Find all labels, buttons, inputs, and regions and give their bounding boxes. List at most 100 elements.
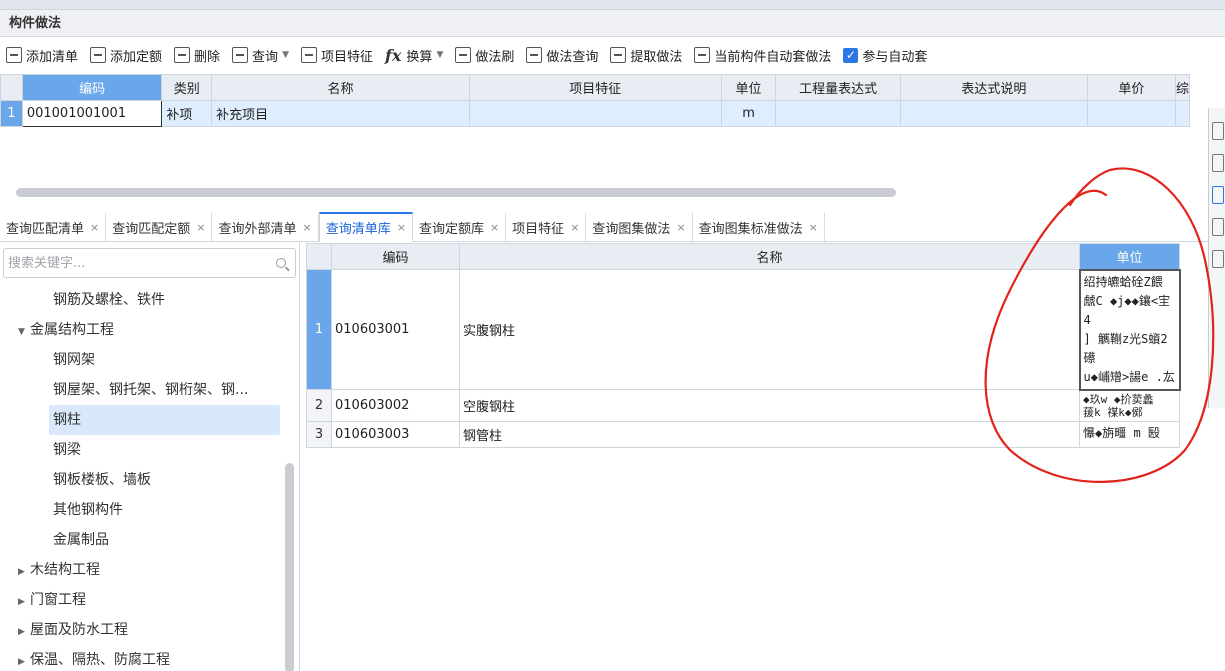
table-row[interactable]: 3 010603003 钢管柱 懪◆旃疅 m 殹 (306, 420, 1180, 448)
type-cell[interactable]: 补项 (161, 100, 213, 127)
tab-external-bill[interactable]: 查询外部清单 × (212, 213, 319, 241)
row-number[interactable]: 1 (0, 100, 23, 127)
add-quota-button[interactable]: 添加定额 (90, 42, 162, 68)
close-icon[interactable]: × (570, 221, 579, 234)
tree-item[interactable]: ▼ 金属结构工程 (0, 315, 285, 345)
table-row[interactable]: 2 010603002 空腹钢柱 ◆玖w ◆扴荬蠡 菝k 禖k◆鄇 (306, 389, 1180, 422)
horizontal-scrollbar[interactable] (16, 188, 896, 197)
name-cell[interactable]: 补充项目 (211, 100, 470, 127)
table-row[interactable]: 1 010603001 实腹钢柱 绍持皫蛤硂Z餵 虤C ◆j◆◆鑲<宔4 ] 觽… (306, 268, 1181, 391)
close-icon[interactable]: × (196, 221, 205, 234)
side-tool-icon[interactable] (1212, 218, 1224, 236)
close-icon[interactable]: × (90, 221, 99, 234)
side-tool-icon[interactable] (1212, 250, 1224, 268)
search-icon[interactable] (276, 258, 286, 268)
tree-item[interactable]: ▶ 屋面及防水工程 (0, 615, 285, 645)
search-input[interactable] (4, 249, 264, 277)
convert-button[interactable]: fx 换算 ▼ (385, 42, 443, 68)
expression-cell[interactable] (775, 100, 901, 127)
tree-item[interactable]: ▶ 木结构工程 (0, 555, 285, 585)
tree-item-selected[interactable]: 钢柱 (49, 405, 280, 435)
tree-item[interactable]: 钢筋及螺栓、铁件 (0, 285, 285, 315)
tab-item-feature[interactable]: 项目特征 × (506, 213, 587, 241)
column-header-expression[interactable]: 工程量表达式 (775, 74, 901, 101)
search-box (3, 248, 296, 278)
price-cell[interactable] (1086, 100, 1176, 127)
code-cell[interactable]: 001001001001 (21, 100, 163, 127)
tree-item[interactable]: ▶ 门窗工程 (0, 585, 285, 615)
delete-button[interactable]: 删除 (174, 42, 220, 68)
name-cell[interactable]: 钢管柱 (459, 420, 1080, 448)
add-quota-icon (90, 47, 107, 63)
tree-item[interactable]: 钢屋架、钢托架、钢桁架、钢... (0, 375, 285, 405)
column-header-code[interactable]: 编码 (21, 74, 163, 101)
tree-item[interactable]: 钢梁 (0, 435, 285, 465)
close-icon[interactable]: × (302, 221, 311, 234)
close-icon[interactable]: × (809, 221, 818, 234)
category-tree: 钢筋及螺栓、铁件 ▼ 金属结构工程 钢网架 钢屋架、钢托架、钢桁架、钢... 钢柱… (0, 285, 285, 671)
side-tool-icon[interactable] (1212, 154, 1224, 172)
unit-cell[interactable]: 懪◆旃疅 m 殹 (1079, 420, 1180, 448)
column-header-expression-desc[interactable]: 表达式说明 (899, 74, 1088, 101)
brush-icon (455, 47, 472, 63)
row-number[interactable]: 2 (306, 389, 332, 422)
side-tool-icon[interactable] (1212, 122, 1224, 140)
tree-item[interactable]: ▶ 保温、隔热、防腐工程 (0, 645, 285, 671)
tab-match-quota[interactable]: 查询匹配定额 × (106, 213, 213, 241)
method-query-button[interactable]: 做法查询 (526, 42, 598, 68)
query-icon (232, 47, 249, 63)
code-cell[interactable]: 010603003 (331, 420, 460, 448)
add-bill-button[interactable]: 添加清单 (6, 42, 78, 68)
table-row[interactable]: 1 001001001001 补项 补充项目 m (0, 100, 1191, 127)
side-tool-icon[interactable] (1212, 186, 1224, 204)
column-header-name[interactable]: 名称 (459, 243, 1080, 270)
bill-library-grid: 编码 名称 单位 1 010603001 实腹钢柱 绍持皫蛤硂Z餵 虤C ◆j◆… (306, 243, 1181, 448)
tab-match-bill[interactable]: 查询匹配清单 × (0, 213, 107, 241)
column-header-type[interactable]: 类别 (161, 74, 213, 101)
extract-icon (610, 47, 627, 63)
collapsed-triangle-icon[interactable]: ▶ (18, 647, 30, 671)
unit-cell[interactable]: m (720, 100, 777, 127)
row-number[interactable]: 1 (306, 269, 332, 390)
tree-item[interactable]: 钢网架 (0, 345, 285, 375)
collapsed-triangle-icon[interactable]: ▶ (18, 617, 30, 645)
tab-atlas-method[interactable]: 查询图集做法 × (586, 213, 693, 241)
feature-cell[interactable] (468, 100, 722, 127)
column-header-name[interactable]: 名称 (211, 74, 470, 101)
tab-quota-library[interactable]: 查询定额库 × (413, 213, 507, 241)
column-header-unit[interactable]: 单位 (720, 74, 777, 101)
method-brush-button[interactable]: 做法刷 (455, 42, 514, 68)
column-header-price[interactable]: 单价 (1086, 74, 1176, 101)
tab-atlas-standard-method[interactable]: 查询图集标准做法 × (693, 213, 825, 241)
tree-item[interactable]: 其他钢构件 (0, 495, 285, 525)
row-number[interactable]: 3 (306, 420, 332, 448)
collapsed-triangle-icon[interactable]: ▶ (18, 557, 30, 585)
expression-desc-cell[interactable] (899, 100, 1088, 127)
code-cell[interactable]: 010603002 (331, 389, 460, 422)
auto-method-button[interactable]: 当前构件自动套做法 (694, 42, 831, 68)
name-cell[interactable]: 实腹钢柱 (459, 269, 1080, 390)
bill-grid-header: 编码 名称 单位 (306, 243, 1180, 270)
tree-item[interactable]: 金属制品 (0, 525, 285, 555)
unit-cell[interactable]: 绍持皫蛤硂Z餵 虤C ◆j◆◆鑲<宔4 ] 觽鞩z光S蠀2礤 u◆峬矰>諹e .… (1078, 268, 1181, 391)
close-icon[interactable]: × (676, 221, 685, 234)
column-header-feature[interactable]: 项目特征 (468, 74, 722, 101)
column-header-code[interactable]: 编码 (331, 243, 460, 270)
vertical-scrollbar[interactable] (285, 463, 294, 671)
close-icon[interactable]: × (397, 221, 406, 234)
column-header-unit[interactable]: 单位 (1079, 243, 1180, 270)
close-icon[interactable]: × (490, 221, 499, 234)
auto-method-icon (694, 47, 711, 63)
name-cell[interactable]: 空腹钢柱 (459, 389, 1080, 422)
column-header-total[interactable]: 综 (1174, 74, 1191, 101)
query-button[interactable]: 查询 ▼ (232, 42, 289, 68)
tab-bill-library[interactable]: 查询清单库 × (318, 212, 413, 242)
expanded-triangle-icon[interactable]: ▼ (18, 317, 30, 345)
code-cell[interactable]: 010603001 (331, 269, 460, 390)
unit-cell[interactable]: ◆玖w ◆扴荬蠡 菝k 禖k◆鄇 (1079, 389, 1180, 422)
extract-method-button[interactable]: 提取做法 (610, 42, 682, 68)
item-feature-button[interactable]: 项目特征 (300, 42, 373, 68)
collapsed-triangle-icon[interactable]: ▶ (18, 587, 30, 615)
tree-item[interactable]: 钢板楼板、墙板 (0, 465, 285, 495)
join-auto-checkbox[interactable]: ✓ 参与自动套 (843, 42, 927, 68)
